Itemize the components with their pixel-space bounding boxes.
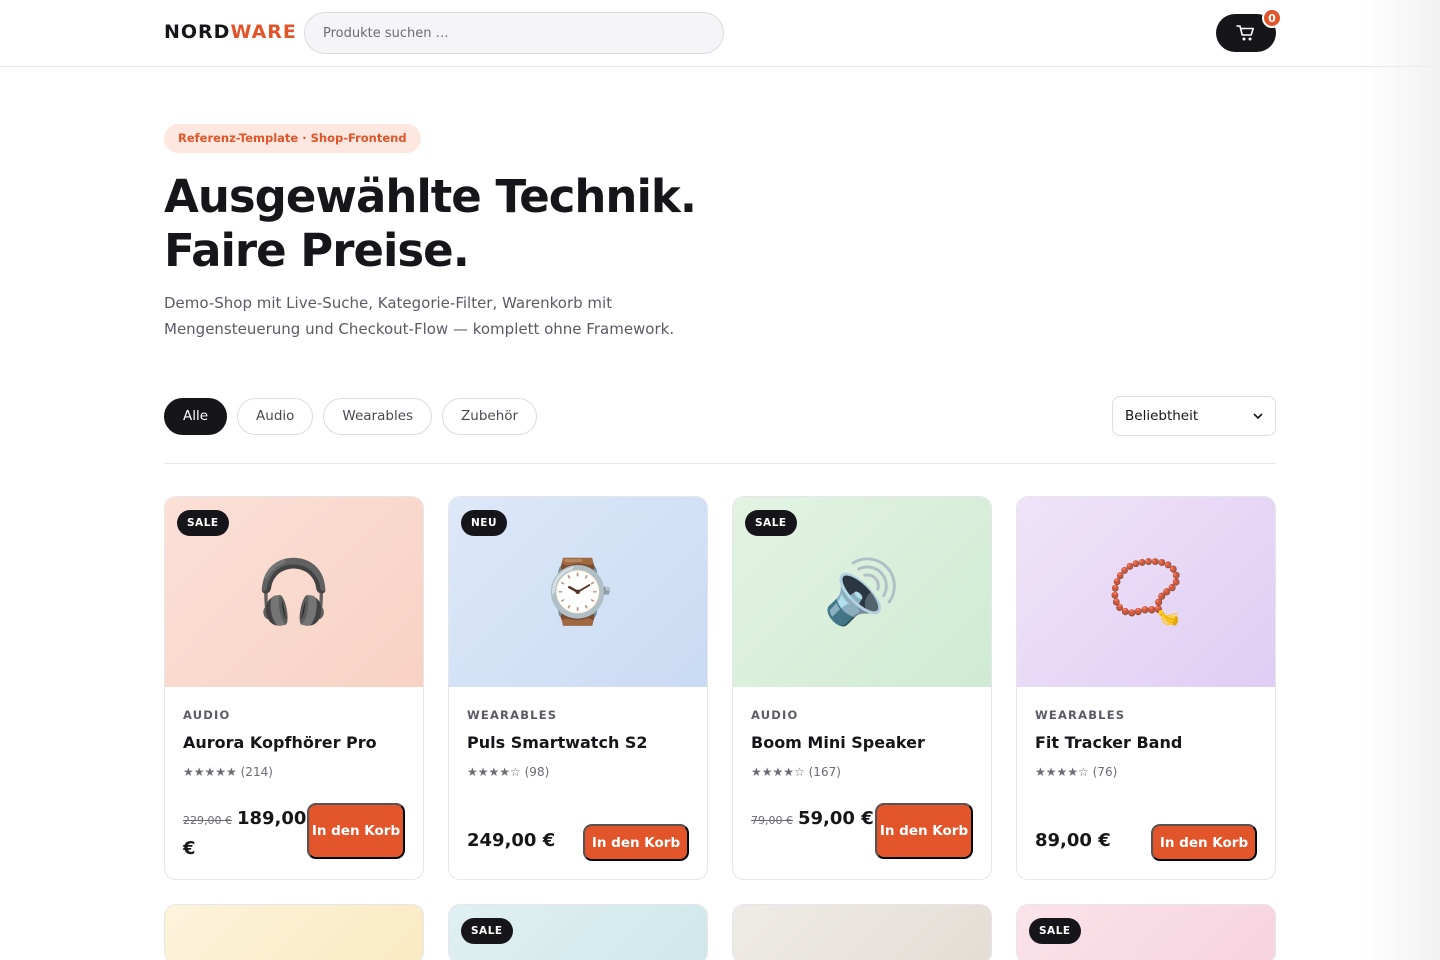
search-input[interactable] — [304, 12, 724, 54]
hero-title-line1: Ausgewählte Technik. — [164, 170, 697, 223]
product-price: 79,00 € 59,00 € — [751, 805, 875, 835]
rating-stars: ★★★★☆ — [467, 765, 521, 779]
old-price: 229,00 € — [183, 814, 232, 827]
product-card[interactable] — [164, 904, 424, 960]
product-price: 229,00 €189,00 € — [183, 805, 307, 863]
filter-chip-alle[interactable]: Alle — [164, 398, 228, 435]
old-price: 79,00 € — [751, 814, 793, 827]
sort-selected-value: Beliebtheit — [1125, 408, 1199, 424]
current-price: 59,00 € — [798, 808, 874, 829]
sale-badge: SALE — [745, 510, 797, 536]
rating-stars: ★★★★☆ — [1035, 765, 1089, 779]
product-rating: ★★★★☆ (167) — [751, 765, 841, 779]
hero-subtitle: Demo-Shop mit Live-Suche, Kategorie-Filt… — [164, 294, 675, 338]
product-card[interactable]: NEU ⌚ WEARABLES Puls Smartwatch S2 ★★★★☆… — [448, 496, 708, 880]
sale-badge: SALE — [461, 918, 513, 944]
product-category: WEARABLES — [467, 708, 558, 722]
product-card[interactable]: SALE 🔊 AUDIO Boom Mini Speaker ★★★★☆ (16… — [732, 496, 992, 880]
speaker-icon: 🔊 — [823, 555, 901, 628]
product-name[interactable]: Fit Tracker Band — [1035, 733, 1182, 752]
review-count: (214) — [240, 765, 273, 779]
sort-select[interactable]: Beliebtheit — [1112, 396, 1276, 436]
logo-part-2: WARE — [230, 21, 297, 43]
add-to-cart-button[interactable]: In den Korb — [307, 803, 405, 859]
product-category: AUDIO — [183, 708, 231, 722]
product-rating: ★★★★☆ (76) — [1035, 765, 1117, 779]
product-card[interactable]: SALE 🎧 AUDIO Aurora Kopfhörer Pro ★★★★★ … — [164, 496, 424, 880]
hero-pill: Referenz-Template · Shop-Frontend — [164, 124, 421, 153]
product-rating: ★★★★★ (214) — [183, 765, 273, 779]
filter-chip-zubehoer[interactable]: Zubehör — [442, 398, 538, 435]
hero-title-line2: Faire Preise. — [164, 224, 470, 277]
site-header: NORDWARE 0 — [0, 0, 1440, 67]
rating-stars: ★★★★★ — [183, 765, 237, 779]
filter-chip-wearables[interactable]: Wearables — [323, 398, 433, 435]
current-price: 89,00 € — [1035, 830, 1111, 851]
divider — [164, 463, 1276, 464]
product-image[interactable]: NEU ⌚ — [449, 497, 707, 687]
product-image[interactable]: 📿 — [1017, 497, 1275, 687]
watch-icon: ⌚ — [539, 555, 617, 628]
rating-stars: ★★★★☆ — [751, 765, 805, 779]
product-card[interactable]: SALE — [448, 904, 708, 960]
product-rating: ★★★★☆ (98) — [467, 765, 549, 779]
review-count: (98) — [524, 765, 550, 779]
product-image[interactable]: SALE 🎧 — [165, 497, 423, 687]
product-card[interactable]: SALE — [1016, 904, 1276, 960]
cart-count-badge: 0 — [1262, 8, 1282, 28]
chevron-down-icon — [1253, 413, 1263, 419]
filter-chip-audio[interactable]: Audio — [237, 398, 314, 435]
review-count: (76) — [1092, 765, 1118, 779]
add-to-cart-button[interactable]: In den Korb — [875, 803, 973, 859]
category-filters: Alle Audio Wearables Zubehör — [164, 398, 538, 435]
new-badge: NEU — [461, 510, 507, 536]
product-image[interactable]: SALE 🔊 — [733, 497, 991, 687]
logo-part-1: NORD — [164, 21, 231, 43]
add-to-cart-button[interactable]: In den Korb — [583, 824, 689, 861]
product-name[interactable]: Puls Smartwatch S2 — [467, 733, 648, 752]
sale-badge: SALE — [1029, 918, 1081, 944]
product-card[interactable] — [732, 904, 992, 960]
product-card[interactable]: 📿 WEARABLES Fit Tracker Band ★★★★☆ (76) … — [1016, 496, 1276, 880]
current-price: 249,00 € — [467, 830, 556, 851]
cart-icon — [1236, 25, 1254, 41]
review-count: (167) — [808, 765, 841, 779]
product-category: WEARABLES — [1035, 708, 1126, 722]
product-name[interactable]: Boom Mini Speaker — [751, 733, 925, 752]
add-to-cart-button[interactable]: In den Korb — [1151, 824, 1257, 861]
headphones-icon: 🎧 — [255, 555, 333, 628]
sale-badge: SALE — [177, 510, 229, 536]
logo[interactable]: NORDWARE — [164, 21, 297, 43]
product-name[interactable]: Aurora Kopfhörer Pro — [183, 733, 377, 752]
hero-title: Ausgewählte Technik. Faire Preise. — [164, 170, 864, 278]
product-category: AUDIO — [751, 708, 799, 722]
bead-bracelet-icon: 📿 — [1107, 555, 1185, 628]
edge-shade — [1360, 0, 1440, 960]
